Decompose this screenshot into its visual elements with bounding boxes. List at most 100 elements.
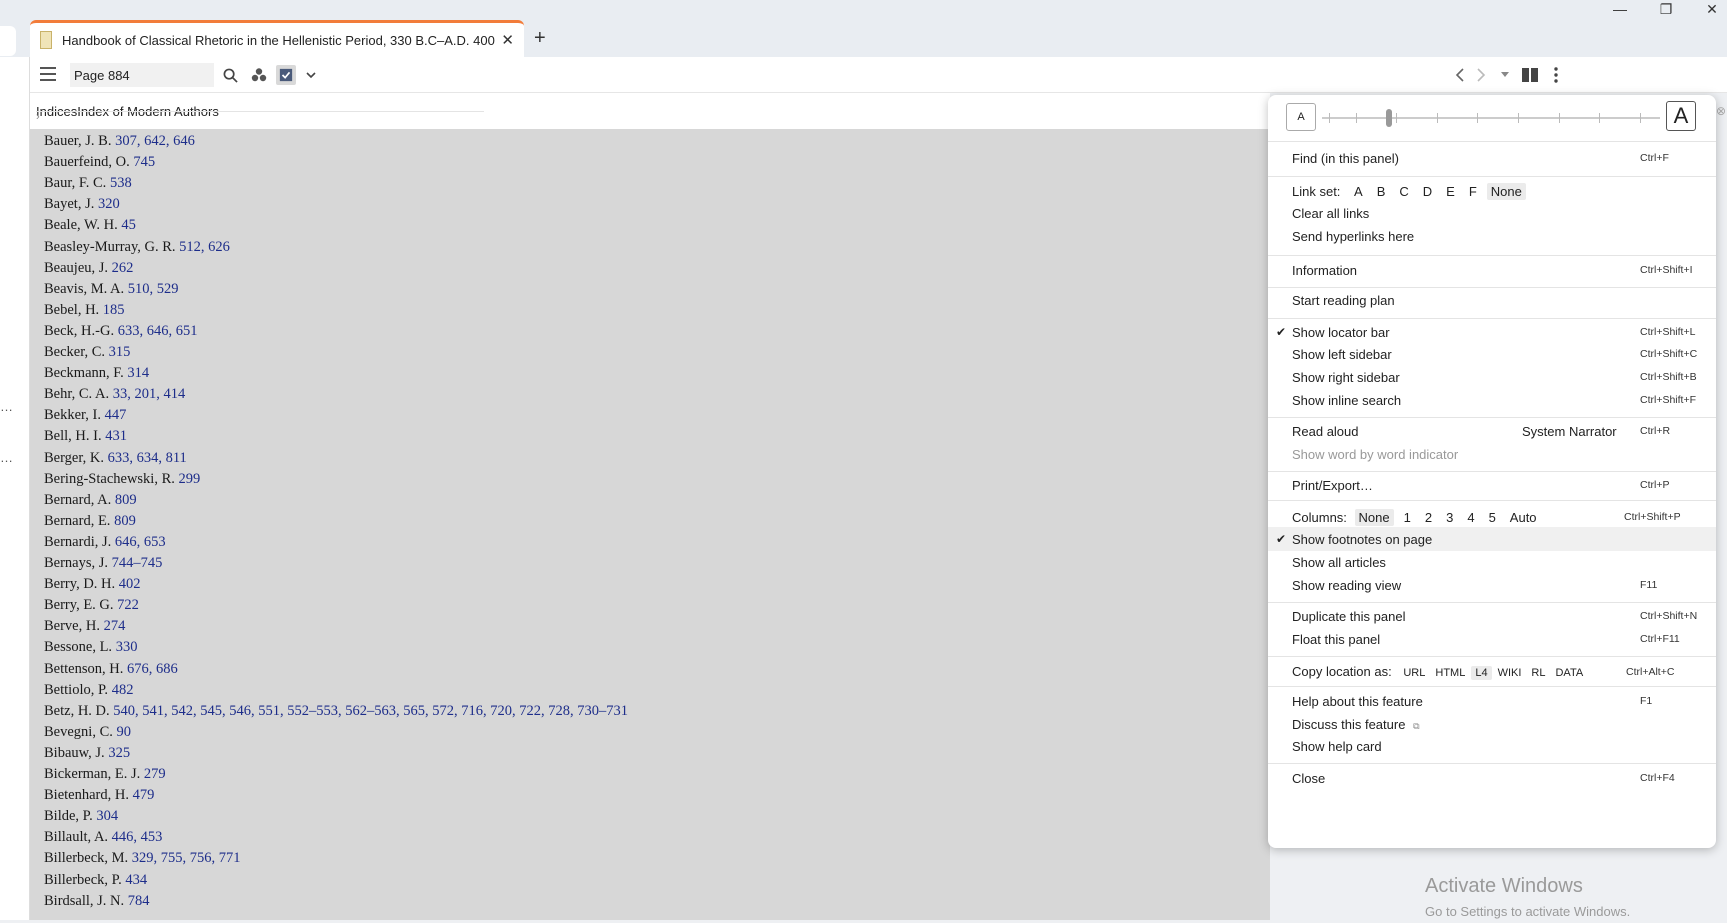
- history-dropdown-icon[interactable]: [1495, 65, 1515, 85]
- page-references[interactable]: 538: [110, 175, 132, 191]
- menu-print-export[interactable]: Print/Export… Ctrl+P: [1268, 473, 1716, 497]
- menu-help[interactable]: Help about this feature F1: [1268, 689, 1716, 713]
- menu-send-hyperlinks[interactable]: Send hyperlinks here: [1268, 224, 1716, 248]
- page-references[interactable]: 633, 634, 811: [108, 450, 187, 466]
- columns-option[interactable]: 3: [1442, 509, 1457, 526]
- menu-right-sidebar[interactable]: Show right sidebar Ctrl+Shift+B: [1268, 365, 1716, 389]
- link-set-option[interactable]: None: [1486, 182, 1526, 200]
- copy-location-option[interactable]: HTML: [1431, 666, 1469, 680]
- forward-icon[interactable]: [1471, 65, 1491, 85]
- tab-close-icon[interactable]: ✕: [501, 31, 514, 49]
- minimize-button[interactable]: —: [1600, 0, 1640, 18]
- page-references[interactable]: 434: [125, 872, 147, 888]
- columns-option[interactable]: 2: [1421, 509, 1436, 526]
- chevron-down-icon[interactable]: [301, 65, 321, 85]
- page-references[interactable]: 479: [133, 787, 155, 803]
- page-references[interactable]: 633, 646, 651: [118, 323, 198, 339]
- page-references[interactable]: 446, 453: [112, 829, 163, 845]
- font-size-track[interactable]: [1322, 109, 1660, 127]
- highlight-icon[interactable]: [276, 65, 296, 85]
- font-size-slider[interactable]: A A: [1286, 101, 1696, 133]
- page-references[interactable]: 540, 541, 542, 545, 546, 551, 552–553, 5…: [113, 703, 628, 719]
- page-references[interactable]: 314: [127, 365, 149, 381]
- page-references[interactable]: 744–745: [112, 555, 163, 571]
- columns-option[interactable]: Auto: [1506, 509, 1541, 526]
- font-larger-button[interactable]: A: [1666, 101, 1696, 131]
- more-icon[interactable]: …: [0, 399, 13, 414]
- menu-footnotes[interactable]: ✔ Show footnotes on page: [1268, 527, 1716, 551]
- page-references[interactable]: 262: [112, 260, 134, 276]
- page-references[interactable]: 185: [103, 302, 125, 318]
- link-set-option[interactable]: D: [1419, 183, 1436, 200]
- page-references[interactable]: 330: [116, 639, 138, 655]
- page-references[interactable]: 510, 529: [128, 281, 179, 297]
- menu-all-articles[interactable]: Show all articles: [1268, 550, 1716, 574]
- copy-location-option[interactable]: L4: [1471, 666, 1492, 680]
- columns-option[interactable]: 4: [1463, 509, 1478, 526]
- menu-float-panel[interactable]: Float this panel Ctrl+F11: [1268, 627, 1716, 651]
- page-references[interactable]: 676, 686: [127, 661, 178, 677]
- font-smaller-button[interactable]: A: [1286, 103, 1316, 131]
- menu-discuss[interactable]: Discuss this feature ⧉: [1268, 712, 1716, 736]
- page-references[interactable]: 646, 653: [115, 534, 166, 550]
- page-references[interactable]: 307, 642, 646: [115, 133, 195, 149]
- page-references[interactable]: 279: [144, 766, 166, 782]
- menu-information[interactable]: Information Ctrl+Shift+I: [1268, 258, 1716, 282]
- page-references[interactable]: 304: [96, 808, 118, 824]
- panel-menu-icon[interactable]: [40, 67, 56, 81]
- page-references[interactable]: 45: [121, 217, 136, 233]
- menu-read-aloud[interactable]: Read aloud System Narrator Ctrl+R: [1268, 419, 1716, 443]
- page-references[interactable]: 90: [117, 724, 132, 740]
- menu-reading-view[interactable]: Show reading view F11: [1268, 573, 1716, 597]
- font-size-thumb[interactable]: [1386, 109, 1393, 127]
- menu-help-card[interactable]: Show help card: [1268, 734, 1716, 758]
- left-panel-tab[interactable]: [0, 26, 16, 56]
- menu-reading-plan[interactable]: Start reading plan: [1268, 288, 1716, 312]
- page-references[interactable]: 431: [105, 428, 127, 444]
- back-icon[interactable]: [1450, 65, 1470, 85]
- link-set-option[interactable]: A: [1350, 183, 1367, 200]
- page-references[interactable]: 315: [109, 344, 131, 360]
- page-input[interactable]: [70, 63, 214, 87]
- search-icon[interactable]: [220, 65, 240, 85]
- page-references[interactable]: 325: [108, 745, 130, 761]
- page-references[interactable]: 447: [105, 407, 127, 423]
- copy-location-option[interactable]: WIKI: [1494, 666, 1526, 680]
- page-references[interactable]: 402: [119, 576, 141, 592]
- new-tab-button[interactable]: +: [534, 27, 546, 50]
- link-set-option[interactable]: C: [1395, 183, 1412, 200]
- page-references[interactable]: 320: [98, 196, 120, 212]
- panel-close-icon[interactable]: ⊗: [1716, 104, 1726, 118]
- page-references[interactable]: 809: [115, 492, 137, 508]
- link-set-option[interactable]: B: [1373, 183, 1390, 200]
- restore-button[interactable]: ❐: [1646, 0, 1686, 18]
- page-references[interactable]: 299: [179, 471, 201, 487]
- copy-location-option[interactable]: URL: [1399, 666, 1429, 680]
- menu-clear-links[interactable]: Clear all links: [1268, 201, 1716, 225]
- page-references[interactable]: 512, 626: [179, 239, 230, 255]
- parallel-resources-icon[interactable]: [1520, 65, 1540, 85]
- document-tab[interactable]: Handbook of Classical Rhetoric in the He…: [30, 20, 524, 57]
- menu-duplicate-panel[interactable]: Duplicate this panel Ctrl+Shift+N: [1268, 604, 1716, 628]
- menu-left-sidebar[interactable]: Show left sidebar Ctrl+Shift+C: [1268, 342, 1716, 366]
- menu-find[interactable]: Find (in this panel) Ctrl+F: [1268, 146, 1716, 170]
- more-icon[interactable]: …: [0, 450, 13, 465]
- kebab-menu-icon[interactable]: [1546, 65, 1566, 85]
- page-references[interactable]: 482: [112, 682, 134, 698]
- page-references[interactable]: 784: [128, 893, 150, 909]
- page-references[interactable]: 329, 755, 756, 771: [132, 850, 241, 866]
- columns-option[interactable]: None: [1354, 508, 1394, 526]
- menu-close[interactable]: Close Ctrl+F4: [1268, 766, 1716, 790]
- visual-filter-icon[interactable]: [249, 65, 269, 85]
- page-references[interactable]: 745: [133, 154, 155, 170]
- link-set-option[interactable]: F: [1465, 183, 1481, 200]
- voice-select[interactable]: System Narrator: [1522, 424, 1617, 439]
- columns-option[interactable]: 5: [1485, 509, 1500, 526]
- copy-location-option[interactable]: RL: [1527, 666, 1549, 680]
- page-references[interactable]: 274: [104, 618, 126, 634]
- page-references[interactable]: 722: [117, 597, 139, 613]
- copy-location-option[interactable]: DATA: [1551, 666, 1587, 680]
- columns-option[interactable]: 1: [1400, 509, 1415, 526]
- window-close-button[interactable]: ✕: [1692, 0, 1727, 18]
- link-set-option[interactable]: E: [1442, 183, 1459, 200]
